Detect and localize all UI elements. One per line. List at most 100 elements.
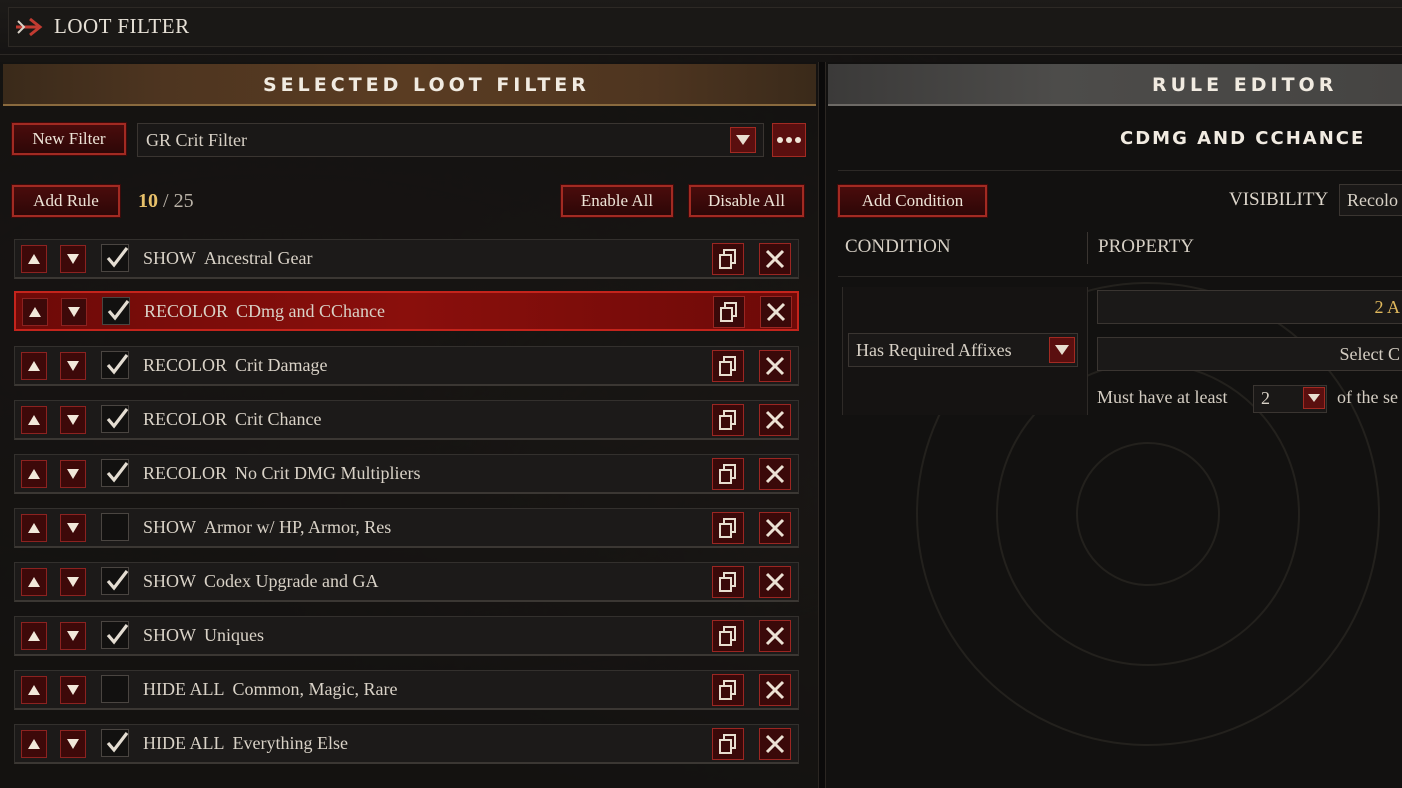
- must-have-count-value: 2: [1261, 388, 1270, 408]
- delete-rule-x-icon[interactable]: [759, 674, 791, 706]
- move-up-triangle-up-icon[interactable]: [21, 568, 47, 596]
- rule-row[interactable]: HIDE ALL Everything Else: [14, 724, 799, 764]
- rule-row[interactable]: RECOLOR CDmg and CChance: [14, 291, 799, 331]
- rule-name: Common, Magic, Rare: [232, 679, 398, 699]
- rule-row[interactable]: RECOLOR Crit Damage: [14, 346, 799, 386]
- rule-name: Uniques: [204, 625, 264, 645]
- move-up-triangle-up-icon[interactable]: [21, 245, 47, 273]
- rule-max: 25: [173, 190, 194, 212]
- duplicate-rule-copy-icon[interactable]: [712, 350, 744, 382]
- rule-label: RECOLOR No Crit DMG Multipliers: [143, 463, 421, 484]
- move-up-triangle-up-icon[interactable]: [21, 730, 47, 758]
- rule-action: RECOLOR: [143, 409, 228, 429]
- rule-count: 10: [138, 190, 158, 212]
- rule-name: Everything Else: [232, 733, 348, 753]
- delete-rule-x-icon[interactable]: [759, 243, 791, 275]
- move-down-triangle-down-icon[interactable]: [60, 622, 86, 650]
- duplicate-rule-copy-icon[interactable]: [712, 404, 744, 436]
- move-up-triangle-up-icon[interactable]: [22, 298, 48, 326]
- move-down-triangle-down-icon[interactable]: [60, 460, 86, 488]
- duplicate-rule-copy-icon[interactable]: [713, 296, 745, 328]
- duplicate-rule-copy-icon[interactable]: [712, 620, 744, 652]
- delete-rule-x-icon[interactable]: [759, 566, 791, 598]
- rule-enabled-checkbox[interactable]: [101, 351, 129, 379]
- visibility-label: VISIBILITY: [1229, 189, 1329, 210]
- filter-select[interactable]: GR Crit Filter: [137, 123, 764, 157]
- rule-count-separator: /: [163, 190, 169, 212]
- delete-rule-x-icon[interactable]: [760, 296, 792, 328]
- rule-label: HIDE ALL Common, Magic, Rare: [143, 679, 397, 700]
- add-rule-button[interactable]: Add Rule: [11, 184, 121, 218]
- rule-name: Armor w/ HP, Armor, Res: [204, 517, 392, 537]
- rule-action: HIDE ALL: [143, 679, 225, 699]
- rule-row[interactable]: SHOW Codex Upgrade and GA: [14, 562, 799, 602]
- rule-row[interactable]: RECOLOR Crit Chance: [14, 400, 799, 440]
- must-have-dropdown-chevron-icon[interactable]: [1303, 387, 1325, 409]
- move-down-triangle-down-icon[interactable]: [60, 568, 86, 596]
- rule-enabled-checkbox[interactable]: [101, 513, 129, 541]
- move-down-triangle-down-icon[interactable]: [60, 676, 86, 704]
- duplicate-rule-copy-icon[interactable]: [712, 458, 744, 490]
- duplicate-rule-copy-icon[interactable]: [712, 566, 744, 598]
- more-options-ellipsis-icon[interactable]: [772, 123, 806, 157]
- duplicate-rule-copy-icon[interactable]: [712, 728, 744, 760]
- visibility-select[interactable]: Recolo: [1339, 184, 1402, 216]
- rule-action: RECOLOR: [144, 301, 229, 321]
- delete-rule-x-icon[interactable]: [759, 404, 791, 436]
- rule-row[interactable]: SHOW Ancestral Gear: [14, 239, 799, 279]
- delete-rule-x-icon[interactable]: [759, 458, 791, 490]
- move-up-triangle-up-icon[interactable]: [21, 676, 47, 704]
- property-select-affix-value: Select C: [1339, 344, 1401, 364]
- filter-dropdown-chevron-icon[interactable]: [730, 127, 756, 153]
- divider: [838, 170, 1402, 171]
- rule-row[interactable]: RECOLOR No Crit DMG Multipliers: [14, 454, 799, 494]
- move-up-triangle-up-icon[interactable]: [21, 406, 47, 434]
- property-affix-count-field[interactable]: 2 A: [1097, 290, 1402, 324]
- rule-action: HIDE ALL: [143, 733, 225, 753]
- move-down-triangle-down-icon[interactable]: [60, 245, 86, 273]
- rule-row[interactable]: SHOW Armor w/ HP, Armor, Res: [14, 508, 799, 548]
- move-up-triangle-up-icon[interactable]: [21, 514, 47, 542]
- app-title: LOOT FILTER: [54, 14, 190, 38]
- property-affix-count-value: 2 A: [1374, 297, 1400, 317]
- rule-enabled-checkbox[interactable]: [101, 405, 129, 433]
- panel-divider: [818, 62, 826, 788]
- move-down-triangle-down-icon[interactable]: [60, 352, 86, 380]
- enable-all-button[interactable]: Enable All: [560, 184, 674, 218]
- rule-enabled-checkbox[interactable]: [101, 459, 129, 487]
- move-down-triangle-down-icon[interactable]: [60, 730, 86, 758]
- new-filter-button[interactable]: New Filter: [11, 122, 127, 156]
- duplicate-rule-copy-icon[interactable]: [712, 512, 744, 544]
- rule-enabled-checkbox[interactable]: [101, 244, 129, 272]
- move-up-triangle-up-icon[interactable]: [21, 622, 47, 650]
- rule-name-title: CDMG AND CCHANCE: [1120, 128, 1366, 149]
- condition-dropdown-chevron-icon[interactable]: [1049, 337, 1075, 363]
- rule-enabled-checkbox[interactable]: [101, 675, 129, 703]
- delete-rule-x-icon[interactable]: [759, 350, 791, 382]
- move-down-triangle-down-icon[interactable]: [60, 406, 86, 434]
- decorative-sigil: [1076, 442, 1220, 586]
- disable-all-button[interactable]: Disable All: [688, 184, 805, 218]
- condition-select[interactable]: Has Required Affixes: [848, 333, 1078, 367]
- rule-enabled-checkbox[interactable]: [101, 729, 129, 757]
- move-down-triangle-down-icon[interactable]: [61, 298, 87, 326]
- rule-row[interactable]: HIDE ALL Common, Magic, Rare: [14, 670, 799, 710]
- move-down-triangle-down-icon[interactable]: [60, 514, 86, 542]
- rule-row[interactable]: SHOW Uniques: [14, 616, 799, 656]
- condition-value: Has Required Affixes: [856, 340, 1012, 360]
- back-arrow-icon[interactable]: [14, 16, 44, 38]
- delete-rule-x-icon[interactable]: [759, 620, 791, 652]
- rule-enabled-checkbox[interactable]: [101, 621, 129, 649]
- property-select-affix-field[interactable]: Select C: [1097, 337, 1402, 371]
- must-have-label: Must have at least: [1097, 387, 1228, 407]
- duplicate-rule-copy-icon[interactable]: [712, 243, 744, 275]
- rule-enabled-checkbox[interactable]: [102, 297, 130, 325]
- rule-enabled-checkbox[interactable]: [101, 567, 129, 595]
- move-up-triangle-up-icon[interactable]: [21, 460, 47, 488]
- move-up-triangle-up-icon[interactable]: [21, 352, 47, 380]
- delete-rule-x-icon[interactable]: [759, 728, 791, 760]
- column-divider: [1087, 232, 1088, 264]
- delete-rule-x-icon[interactable]: [759, 512, 791, 544]
- add-condition-button[interactable]: Add Condition: [837, 184, 988, 218]
- duplicate-rule-copy-icon[interactable]: [712, 674, 744, 706]
